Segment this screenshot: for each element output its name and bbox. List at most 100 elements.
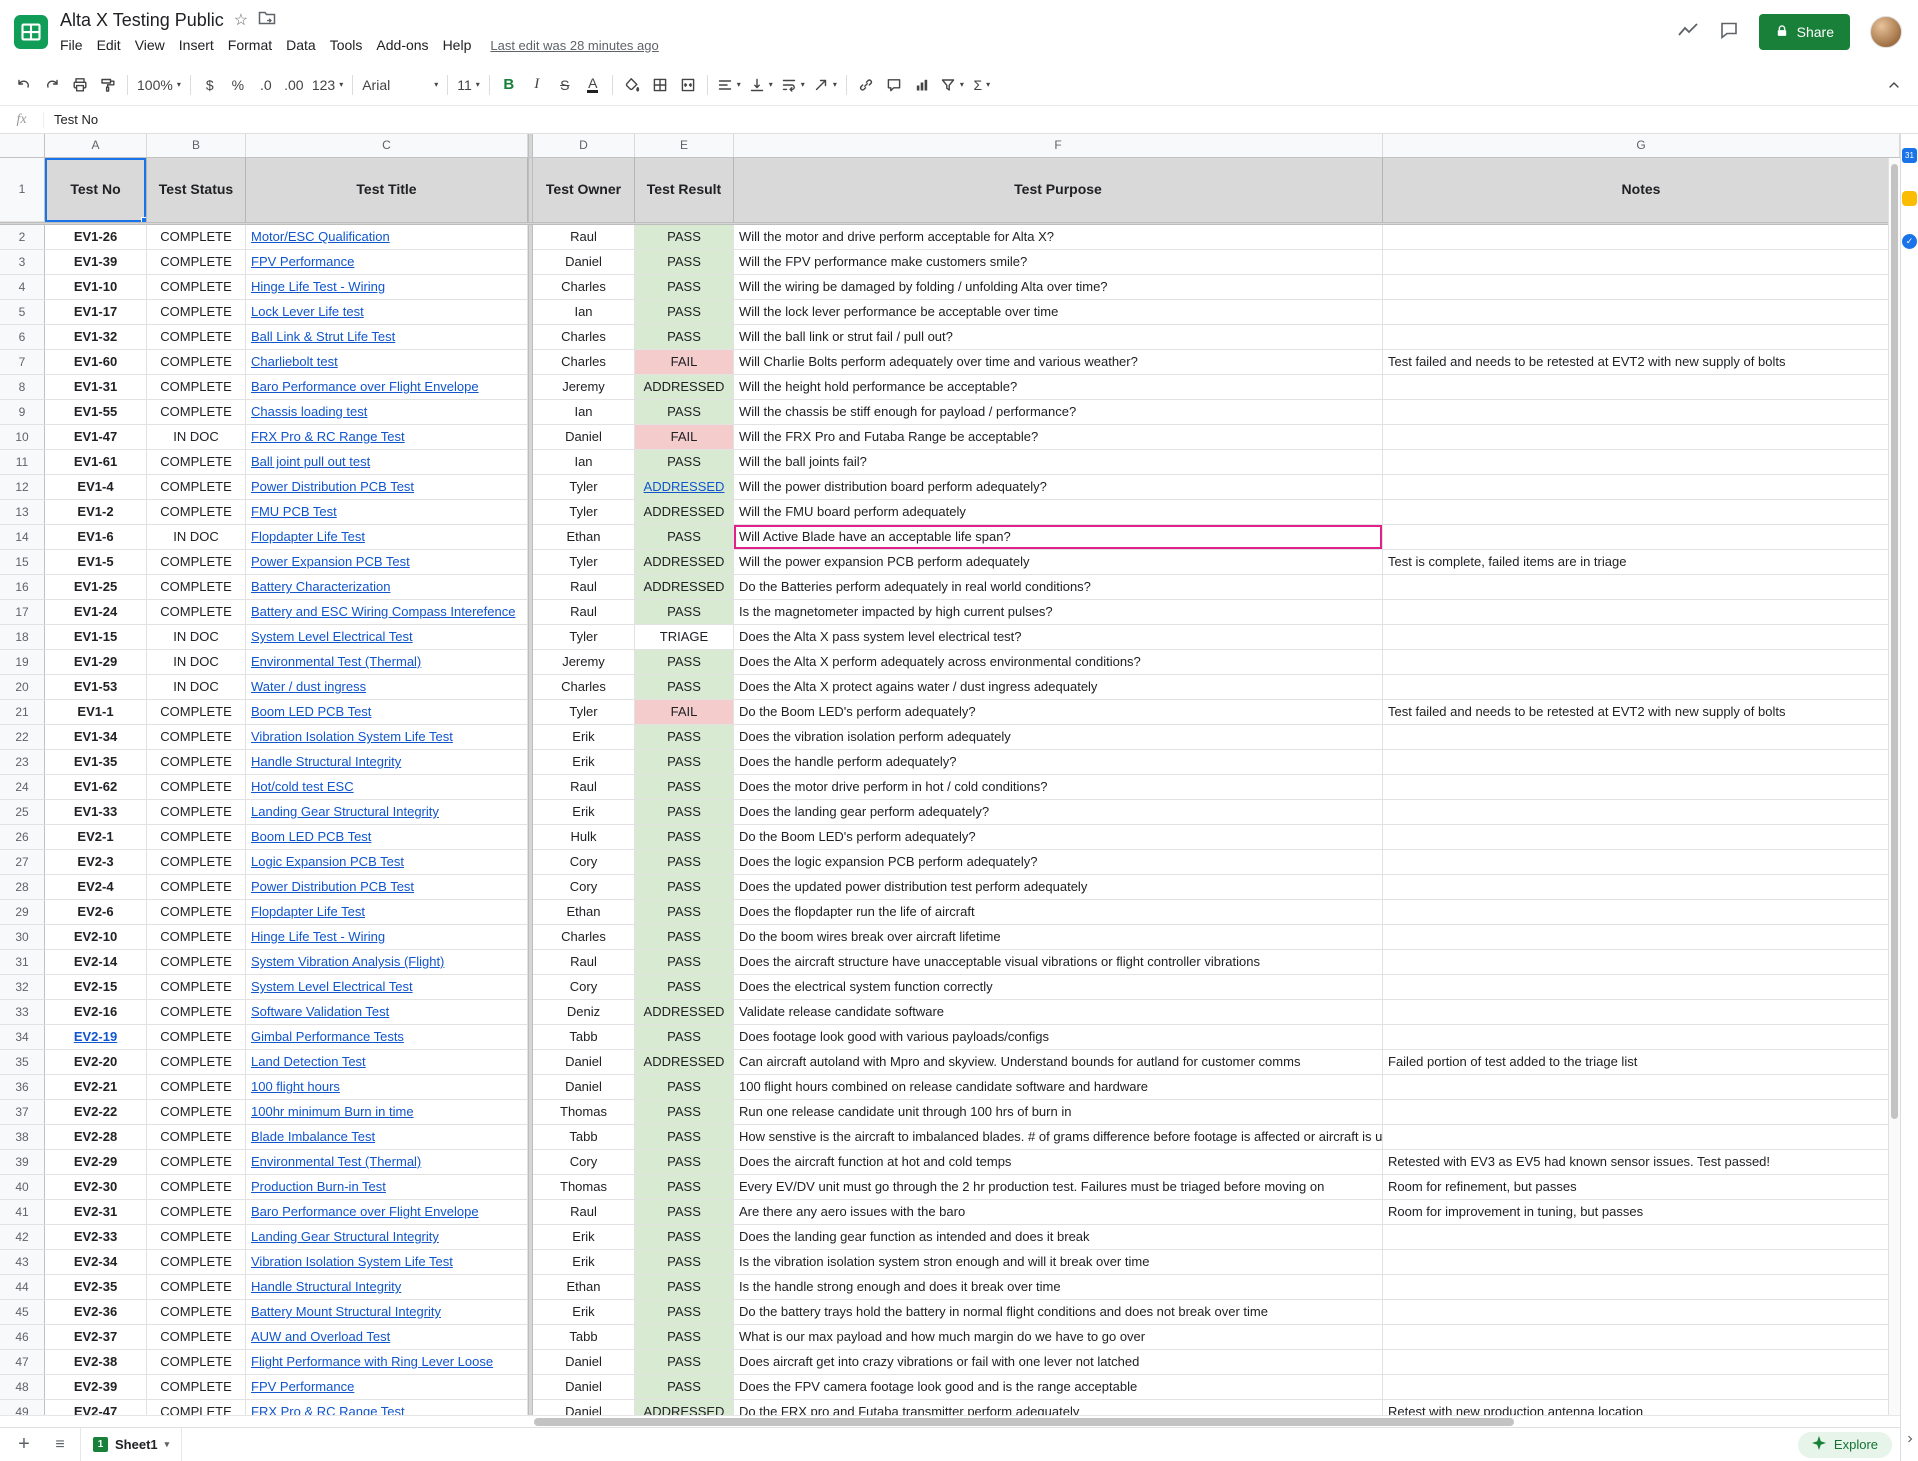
cell-D21[interactable]: Tyler — [533, 700, 635, 725]
merge-cells-button[interactable] — [674, 71, 702, 99]
cell-G20[interactable] — [1383, 675, 1900, 700]
row-header-26[interactable]: 26 — [0, 825, 45, 850]
cell-B23[interactable]: COMPLETE — [147, 750, 246, 775]
collapse-toolbar-button[interactable] — [1880, 71, 1908, 99]
cell-F14[interactable]: Will Active Blade have an acceptable lif… — [734, 525, 1383, 550]
cell-E44[interactable]: PASS — [635, 1275, 734, 1300]
document-title[interactable]: Alta X Testing Public — [60, 10, 224, 31]
cell-F43[interactable]: Is the vibration isolation system stron … — [734, 1250, 1383, 1275]
cell-F16[interactable]: Do the Batteries perform adequately in r… — [734, 575, 1383, 600]
cell-E42[interactable]: PASS — [635, 1225, 734, 1250]
cell-A17[interactable]: EV1-24 — [45, 600, 147, 625]
cell-E40[interactable]: PASS — [635, 1175, 734, 1200]
cell-F27[interactable]: Does the logic expansion PCB perform ade… — [734, 850, 1383, 875]
cell-E20[interactable]: PASS — [635, 675, 734, 700]
cell-C45[interactable]: Battery Mount Structural Integrity — [246, 1300, 528, 1325]
text-color-button[interactable]: A — [579, 71, 607, 99]
cell-A22[interactable]: EV1-34 — [45, 725, 147, 750]
cell-C24[interactable]: Hot/cold test ESC — [246, 775, 528, 800]
cell-C26[interactable]: Boom LED PCB Test — [246, 825, 528, 850]
cell-B21[interactable]: COMPLETE — [147, 700, 246, 725]
cell-F25[interactable]: Does the landing gear perform adequately… — [734, 800, 1383, 825]
cell-G2[interactable] — [1383, 225, 1900, 250]
cell-B14[interactable]: IN DOC — [147, 525, 246, 550]
cell-F46[interactable]: What is our max payload and how much mar… — [734, 1325, 1383, 1350]
cell-D13[interactable]: Tyler — [533, 500, 635, 525]
cell-D33[interactable]: Deniz — [533, 1000, 635, 1025]
cell-A30[interactable]: EV2-10 — [45, 925, 147, 950]
cell-E36[interactable]: PASS — [635, 1075, 734, 1100]
cell-B28[interactable]: COMPLETE — [147, 875, 246, 900]
row-header-49[interactable]: 49 — [0, 1400, 45, 1415]
cell-B20[interactable]: IN DOC — [147, 675, 246, 700]
cell-C11[interactable]: Ball joint pull out test — [246, 450, 528, 475]
cell-F40[interactable]: Every EV/DV unit must go through the 2 h… — [734, 1175, 1383, 1200]
cell-A34[interactable]: EV2-19 — [45, 1025, 147, 1050]
cell-G41[interactable]: Room for improvement in tuning, but pass… — [1383, 1200, 1900, 1225]
cell-G25[interactable] — [1383, 800, 1900, 825]
cell-G33[interactable] — [1383, 1000, 1900, 1025]
vertical-scrollbar[interactable] — [1888, 158, 1900, 1415]
row-header-4[interactable]: 4 — [0, 275, 45, 300]
cell-B4[interactable]: COMPLETE — [147, 275, 246, 300]
cell-F18[interactable]: Does the Alta X pass system level electr… — [734, 625, 1383, 650]
cell-B3[interactable]: COMPLETE — [147, 250, 246, 275]
cell-F30[interactable]: Do the boom wires break over aircraft li… — [734, 925, 1383, 950]
cell-B17[interactable]: COMPLETE — [147, 600, 246, 625]
cell-D17[interactable]: Raul — [533, 600, 635, 625]
cell-C40[interactable]: Production Burn-in Test — [246, 1175, 528, 1200]
row-header-24[interactable]: 24 — [0, 775, 45, 800]
cell-D4[interactable]: Charles — [533, 275, 635, 300]
cell-B26[interactable]: COMPLETE — [147, 825, 246, 850]
cell-C33[interactable]: Software Validation Test — [246, 1000, 528, 1025]
cell-C27[interactable]: Logic Expansion PCB Test — [246, 850, 528, 875]
all-sheets-button[interactable]: ≡ — [44, 1436, 76, 1454]
cell-A20[interactable]: EV1-53 — [45, 675, 147, 700]
cell-A5[interactable]: EV1-17 — [45, 300, 147, 325]
cell-B5[interactable]: COMPLETE — [147, 300, 246, 325]
cell-E13[interactable]: ADDRESSED — [635, 500, 734, 525]
row-header-32[interactable]: 32 — [0, 975, 45, 1000]
cell-C14[interactable]: Flopdapter Life Test — [246, 525, 528, 550]
cell-D11[interactable]: Ian — [533, 450, 635, 475]
cell-F29[interactable]: Does the flopdapter run the life of airc… — [734, 900, 1383, 925]
cell-E15[interactable]: ADDRESSED — [635, 550, 734, 575]
cell-B47[interactable]: COMPLETE — [147, 1350, 246, 1375]
row-header-42[interactable]: 42 — [0, 1225, 45, 1250]
cell-A37[interactable]: EV2-22 — [45, 1100, 147, 1125]
cell-G6[interactable] — [1383, 325, 1900, 350]
cell-F31[interactable]: Does the aircraft structure have unaccep… — [734, 950, 1383, 975]
cell-B16[interactable]: COMPLETE — [147, 575, 246, 600]
cell-B49[interactable]: COMPLETE — [147, 1400, 246, 1415]
menu-view[interactable]: View — [128, 35, 172, 55]
cell-D3[interactable]: Daniel — [533, 250, 635, 275]
cell-E43[interactable]: PASS — [635, 1250, 734, 1275]
cell-D9[interactable]: Ian — [533, 400, 635, 425]
cell-E39[interactable]: PASS — [635, 1150, 734, 1175]
paint-format-button[interactable] — [94, 71, 122, 99]
calendar-icon[interactable]: 31 — [1902, 148, 1917, 163]
cell-G23[interactable] — [1383, 750, 1900, 775]
cell-E35[interactable]: ADDRESSED — [635, 1050, 734, 1075]
cell-B43[interactable]: COMPLETE — [147, 1250, 246, 1275]
cell-F15[interactable]: Will the power expansion PCB perform ade… — [734, 550, 1383, 575]
cell-F8[interactable]: Will the height hold performance be acce… — [734, 375, 1383, 400]
cell-E45[interactable]: PASS — [635, 1300, 734, 1325]
cell-C47[interactable]: Flight Performance with Ring Lever Loose — [246, 1350, 528, 1375]
cell-B11[interactable]: COMPLETE — [147, 450, 246, 475]
cell-A26[interactable]: EV2-1 — [45, 825, 147, 850]
cell-D2[interactable]: Raul — [533, 225, 635, 250]
cell-G16[interactable] — [1383, 575, 1900, 600]
column-header-A[interactable]: A — [45, 134, 147, 157]
cell-D25[interactable]: Erik — [533, 800, 635, 825]
cell-F38[interactable]: How senstive is the aircraft to imbalanc… — [734, 1125, 1383, 1150]
row-header-44[interactable]: 44 — [0, 1275, 45, 1300]
cell-D43[interactable]: Erik — [533, 1250, 635, 1275]
last-edit-link[interactable]: Last edit was 28 minutes ago — [490, 38, 658, 53]
cell-D5[interactable]: Ian — [533, 300, 635, 325]
cell-F49[interactable]: Do the FRX pro and Futaba transmitter pe… — [734, 1400, 1383, 1415]
row-header-21[interactable]: 21 — [0, 700, 45, 725]
cell-C30[interactable]: Hinge Life Test - Wiring — [246, 925, 528, 950]
undo-button[interactable] — [10, 71, 38, 99]
cell-C49[interactable]: FRX Pro & RC Range Test — [246, 1400, 528, 1415]
